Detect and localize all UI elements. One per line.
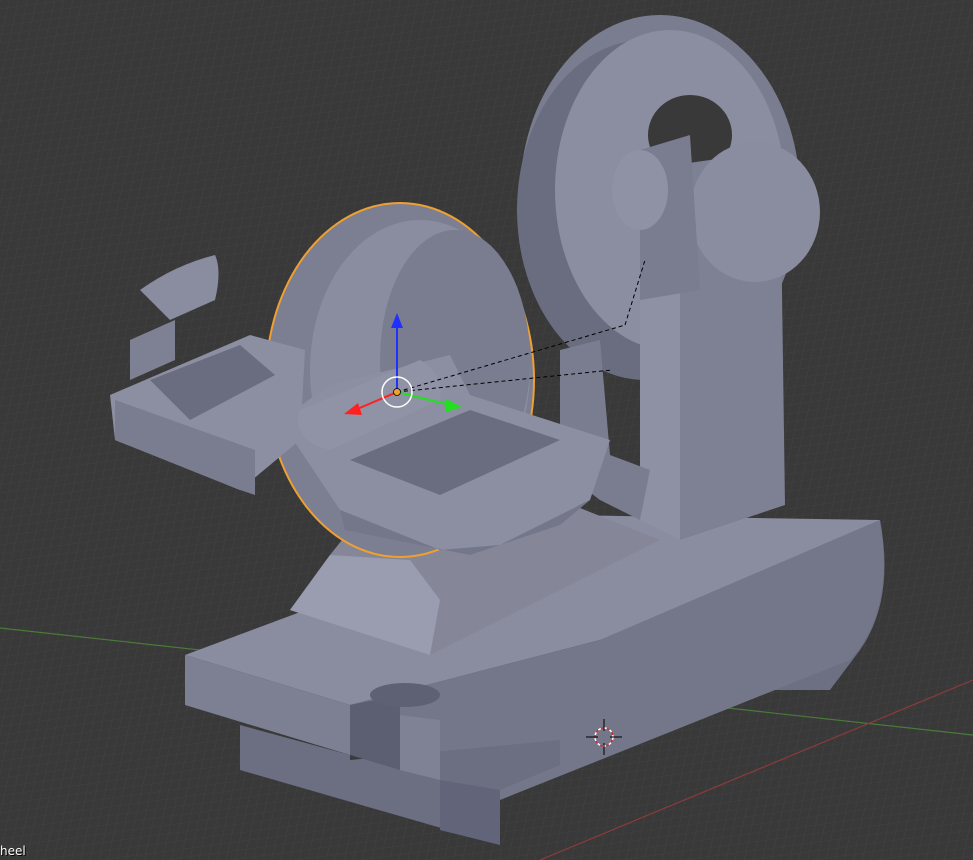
viewport-canvas[interactable] bbox=[0, 0, 973, 860]
active-object-name: heel bbox=[0, 844, 26, 858]
object-origin-icon bbox=[393, 388, 401, 396]
axle-cap[interactable] bbox=[690, 142, 820, 282]
3d-viewport[interactable]: heel bbox=[0, 0, 973, 860]
